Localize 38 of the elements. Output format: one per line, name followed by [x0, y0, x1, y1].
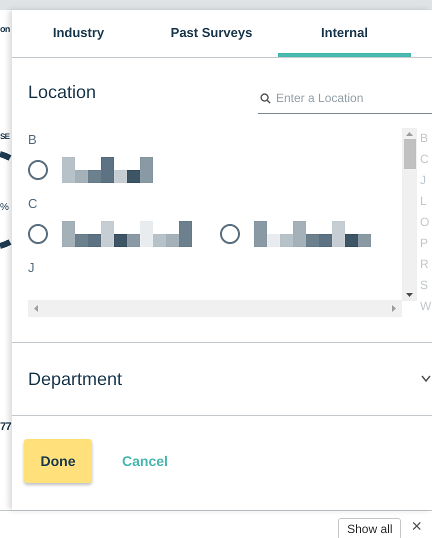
done-button[interactable]: Done: [24, 439, 92, 483]
group-letter: C: [28, 196, 38, 212]
section-title: Location: [28, 80, 96, 104]
scroll-down-icon: [406, 293, 413, 297]
horizontal-scrollbar[interactable]: [28, 300, 402, 317]
page-text: on: [0, 23, 10, 36]
section-title[interactable]: Department: [28, 366, 122, 392]
index-letter[interactable]: P: [420, 233, 432, 254]
index-letter[interactable]: L: [420, 191, 432, 212]
group-letter: B: [28, 132, 38, 148]
show-all-button[interactable]: Show all: [338, 518, 402, 538]
scroll-right-icon: [392, 305, 396, 312]
scroll-thumb[interactable]: [404, 139, 416, 169]
vertical-scrollbar[interactable]: [402, 128, 417, 301]
page-text: 77: [0, 420, 11, 434]
index-letter[interactable]: S: [420, 275, 432, 296]
page-text: SE: [0, 131, 10, 143]
search-icon: [260, 93, 271, 104]
tab[interactable]: Internal: [278, 10, 411, 57]
group-letter: J: [28, 260, 36, 276]
index-letter[interactable]: W: [420, 296, 432, 317]
index-letter[interactable]: B: [420, 128, 432, 149]
radio-button[interactable]: [28, 160, 48, 180]
close-button[interactable]: ×: [411, 513, 422, 538]
search-field[interactable]: Enter a Location: [258, 82, 432, 114]
tab[interactable]: Industry: [12, 10, 145, 57]
page-text: %: [0, 201, 8, 215]
cancel-link[interactable]: Cancel: [122, 450, 168, 472]
tab[interactable]: Past Surveys: [145, 10, 278, 57]
index-letter[interactable]: J: [420, 170, 432, 191]
index-letter[interactable]: R: [420, 254, 432, 275]
radio-button[interactable]: [220, 224, 240, 244]
chevron-icon[interactable]: [421, 375, 431, 383]
scroll-left-icon: [34, 305, 38, 312]
scroll-up-icon: [406, 132, 413, 136]
index-letter[interactable]: C: [420, 149, 432, 170]
index-letter[interactable]: O: [420, 212, 432, 233]
radio-button[interactable]: [28, 224, 48, 244]
